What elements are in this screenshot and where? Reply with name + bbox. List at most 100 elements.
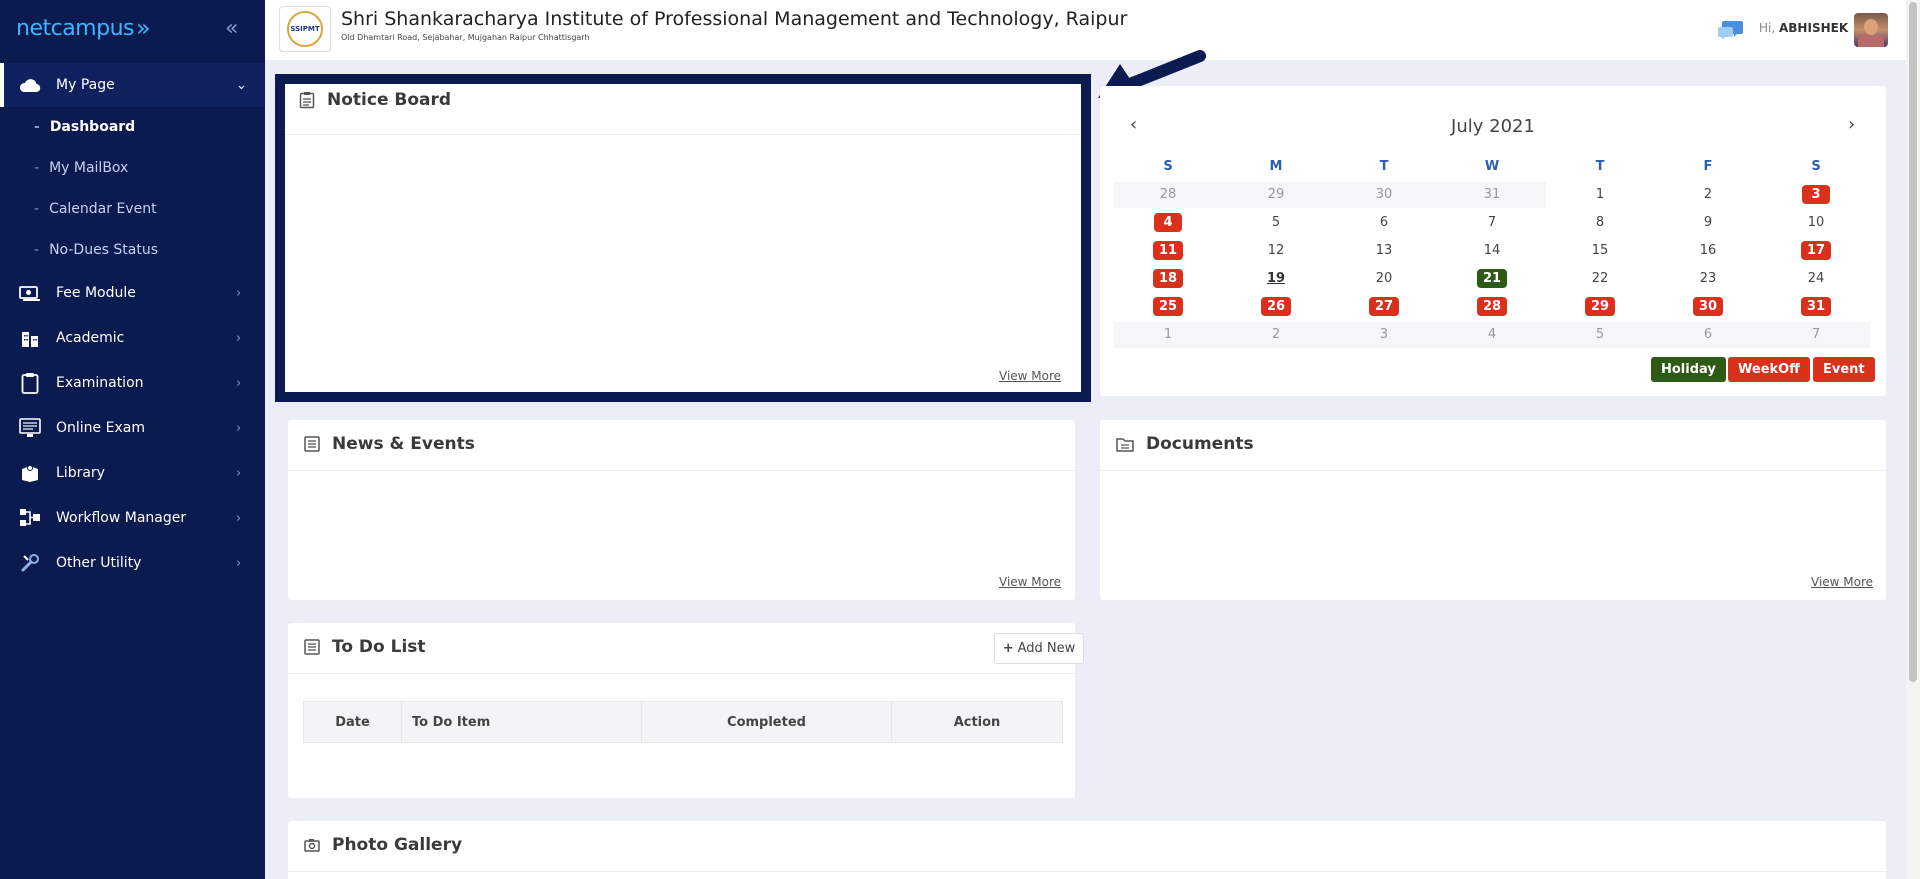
greeting-prefix: Hi,: [1759, 21, 1776, 35]
calendar-week-row: 1234567: [1114, 320, 1871, 348]
calendar-day[interactable]: 10: [1762, 208, 1870, 236]
notice-view-more-link[interactable]: View More: [999, 369, 1061, 383]
calendar-day[interactable]: 16: [1654, 236, 1762, 264]
calendar-day[interactable]: 5: [1546, 320, 1654, 348]
calendar-day[interactable]: 1: [1546, 180, 1654, 208]
calendar-day[interactable]: 17: [1762, 236, 1870, 264]
user-greeting[interactable]: Hi, ABHISHEK: [1759, 21, 1848, 35]
legend-event: Event: [1813, 357, 1875, 382]
calendar-day[interactable]: 7: [1438, 208, 1546, 236]
calendar-day[interactable]: 31: [1438, 180, 1546, 208]
calendar-day[interactable]: 28: [1438, 292, 1546, 320]
calendar-day[interactable]: 11: [1114, 236, 1222, 264]
sidebar-item-examination[interactable]: Examination ›: [0, 363, 265, 403]
calendar-day[interactable]: 23: [1654, 264, 1762, 292]
add-new-button[interactable]: + Add New: [994, 633, 1084, 664]
sidebar: netcampus » « My Page ⌄ - Dashboard - My M…: [0, 0, 265, 879]
workflow-icon: [18, 507, 42, 529]
chevron-right-icon: ›: [236, 555, 242, 571]
sidebar-subitem-mailbox[interactable]: - My MailBox: [34, 160, 128, 176]
calendar-day[interactable]: 14: [1438, 236, 1546, 264]
brand-arrows-icon: »: [135, 14, 150, 42]
calendar-next-icon[interactable]: ›: [1848, 114, 1855, 135]
news-view-more-link[interactable]: View More: [999, 575, 1061, 589]
sidebar-item-workflow-manager[interactable]: Workflow Manager ›: [0, 498, 265, 538]
avatar[interactable]: [1854, 13, 1888, 47]
divider: [1100, 470, 1886, 471]
documents-card: Documents View More: [1100, 420, 1886, 600]
sidebar-item-label: Other Utility: [56, 555, 142, 571]
weekoff-badge: 11: [1152, 240, 1184, 260]
calendar-day[interactable]: 5: [1222, 208, 1330, 236]
calendar-day[interactable]: 4: [1438, 320, 1546, 348]
calendar-day[interactable]: 4: [1114, 208, 1222, 236]
calendar-day[interactable]: 20: [1330, 264, 1438, 292]
weekoff-badge: 29: [1584, 296, 1616, 316]
sidebar-item-label: Academic: [56, 330, 125, 346]
page-scrollbar-thumb[interactable]: [1909, 2, 1917, 682]
calendar-day[interactable]: 8: [1546, 208, 1654, 236]
column-header-completed[interactable]: Completed: [642, 702, 892, 742]
institute-logo[interactable]: SSIPMT: [279, 6, 331, 52]
weekoff-badge: 30: [1692, 296, 1724, 316]
calendar-day[interactable]: 13: [1330, 236, 1438, 264]
add-new-label: Add New: [1017, 641, 1076, 656]
calendar-day[interactable]: 19: [1222, 264, 1330, 292]
calendar-day[interactable]: 29: [1546, 292, 1654, 320]
calendar-day[interactable]: 30: [1330, 180, 1438, 208]
column-header-action[interactable]: Action: [892, 702, 1062, 742]
brand-logo[interactable]: netcampus »: [16, 12, 150, 44]
documents-view-more-link[interactable]: View More: [1811, 575, 1873, 589]
sidebar-item-online-exam[interactable]: Online Exam ›: [0, 408, 265, 448]
calendar-day[interactable]: 28: [1114, 180, 1222, 208]
chevron-right-icon: ›: [236, 420, 242, 436]
calendar-day[interactable]: 26: [1222, 292, 1330, 320]
sidebar-subitem-calendar-event[interactable]: - Calendar Event: [34, 201, 157, 217]
calendar-day[interactable]: 2: [1222, 320, 1330, 348]
chevron-right-icon: ›: [236, 375, 242, 391]
calendar-day[interactable]: 15: [1546, 236, 1654, 264]
tools-icon: [18, 552, 42, 574]
sidebar-item-academic[interactable]: Academic ›: [0, 318, 265, 358]
todo-card: To Do List + Add New Date To Do Item Com…: [288, 623, 1084, 798]
calendar-day[interactable]: 27: [1330, 292, 1438, 320]
calendar-week-row: 28 29 30 31 1 2 3: [1114, 180, 1871, 208]
plus-icon: +: [1002, 641, 1014, 656]
calendar-day[interactable]: 6: [1330, 208, 1438, 236]
sidebar-item-library[interactable]: Library ›: [0, 453, 265, 493]
calendar-month-label[interactable]: July 2021: [1100, 116, 1886, 137]
calendar-day[interactable]: 3: [1330, 320, 1438, 348]
calendar-day[interactable]: 30: [1654, 292, 1762, 320]
calendar-day[interactable]: 24: [1762, 264, 1870, 292]
calendar-day[interactable]: 18: [1114, 264, 1222, 292]
money-icon: [18, 282, 42, 304]
column-header-date[interactable]: Date: [304, 702, 402, 742]
cloud-icon: [18, 74, 42, 96]
column-header-item[interactable]: To Do Item: [402, 702, 642, 742]
sidebar-item-fee-module[interactable]: Fee Module ›: [0, 273, 265, 313]
calendar-day[interactable]: 21: [1438, 264, 1546, 292]
calendar-day[interactable]: 9: [1654, 208, 1762, 236]
news-icon: [304, 436, 320, 452]
chat-icon[interactable]: [1718, 19, 1744, 45]
chevron-right-icon: ›: [236, 330, 242, 346]
calendar-day[interactable]: 31: [1762, 292, 1870, 320]
notice-board-header: Notice Board: [299, 90, 451, 110]
calendar-day[interactable]: 12: [1222, 236, 1330, 264]
sidebar-item-other-utility[interactable]: Other Utility ›: [0, 543, 265, 583]
sidebar-item-my-page[interactable]: My Page ⌄: [0, 65, 265, 105]
weekoff-badge: 25: [1152, 296, 1184, 316]
collapse-sidebar-icon[interactable]: «: [225, 16, 238, 41]
calendar-day[interactable]: 29: [1222, 180, 1330, 208]
calendar-day[interactable]: 7: [1762, 320, 1870, 348]
calendar-day[interactable]: 6: [1654, 320, 1762, 348]
calendar-day[interactable]: 2: [1654, 180, 1762, 208]
sidebar-subitem-no-dues[interactable]: - No-Dues Status: [34, 242, 158, 258]
calendar-day[interactable]: 22: [1546, 264, 1654, 292]
calendar-day[interactable]: 3: [1762, 180, 1870, 208]
sidebar-subitem-dashboard[interactable]: - Dashboard: [34, 119, 135, 135]
calendar-day[interactable]: 25: [1114, 292, 1222, 320]
chevron-right-icon: ›: [236, 285, 242, 301]
book-icon: [18, 462, 42, 484]
calendar-day[interactable]: 1: [1114, 320, 1222, 348]
